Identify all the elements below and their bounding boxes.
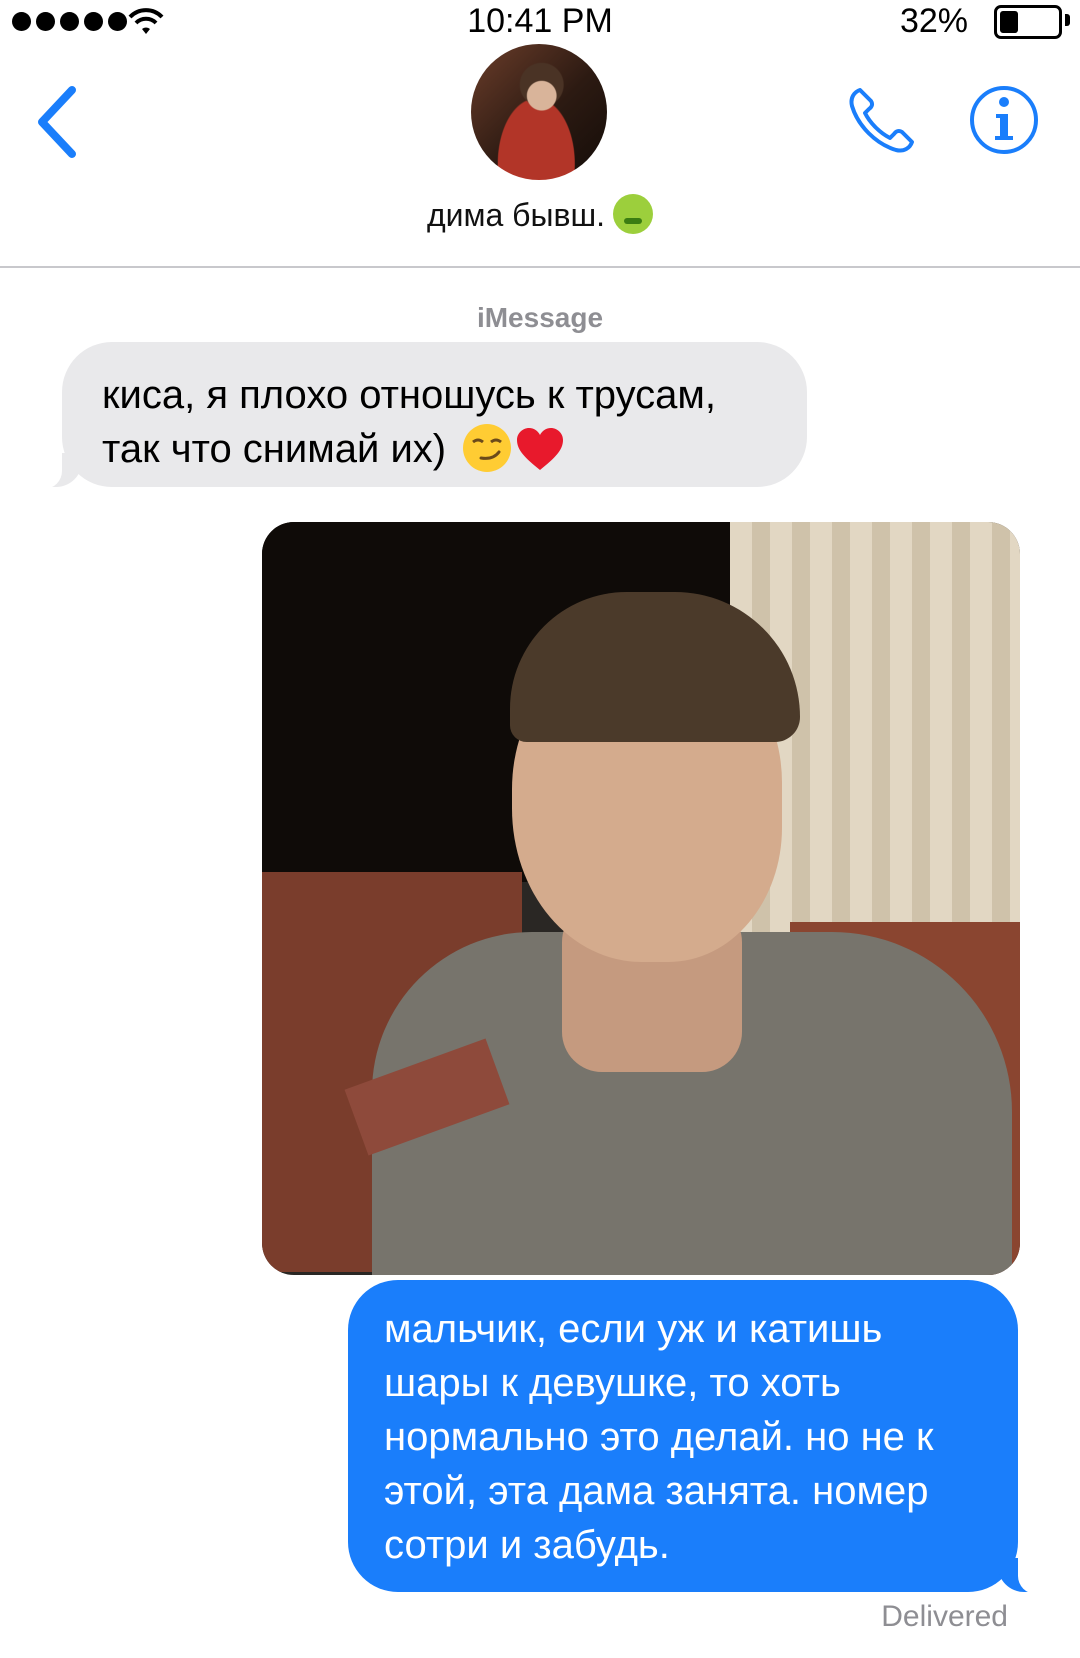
message-text: мальчик, если уж и катишь шары к девушке…	[384, 1302, 982, 1572]
battery-percentage: 32%	[899, 2, 968, 40]
message-line-with-emoji: так что снимай их)	[102, 422, 771, 476]
nauseated-face-icon	[613, 194, 654, 234]
delivery-status: Delivered	[881, 1600, 1008, 1633]
phone-icon[interactable]	[846, 84, 918, 156]
status-bar: 10:41 PM 32%	[0, 0, 1080, 44]
red-heart-icon	[517, 428, 564, 470]
service-label: iMessage	[476, 302, 604, 333]
incoming-message-bubble[interactable]: киса, я плохо отношусь к трусам, так что…	[36, 342, 807, 489]
message-line: сотри и забудь.	[384, 1523, 670, 1567]
info-icon[interactable]	[968, 84, 1040, 156]
message-text: киса, я плохо отношусь к трусам, так что…	[102, 368, 771, 476]
battery-icon	[994, 5, 1062, 39]
message-line: так что снимай их)	[102, 427, 447, 471]
message-line: нормально это делай. но не к	[384, 1415, 934, 1459]
conversation-header: дима бывш.	[0, 44, 1080, 268]
battery-cap	[1065, 14, 1070, 26]
contact-name-row[interactable]: дима бывш.	[0, 194, 1080, 235]
message-line: киса, я плохо отношусь к трусам,	[102, 373, 717, 417]
smirking-face-icon	[463, 424, 512, 472]
contact-avatar[interactable]	[471, 44, 607, 180]
chevron-left-icon[interactable]	[34, 84, 80, 160]
message-line: мальчик, если уж и катишь	[384, 1307, 883, 1351]
contact-name: дима бывш.	[426, 197, 606, 233]
outgoing-message-bubble[interactable]: мальчик, если уж и катишь шары к девушке…	[348, 1280, 1044, 1594]
attached-photo[interactable]	[262, 522, 1020, 1275]
message-line: шары к девушке, то хоть	[384, 1361, 841, 1405]
message-line: этой, эта дама занята. номер	[384, 1469, 929, 1513]
